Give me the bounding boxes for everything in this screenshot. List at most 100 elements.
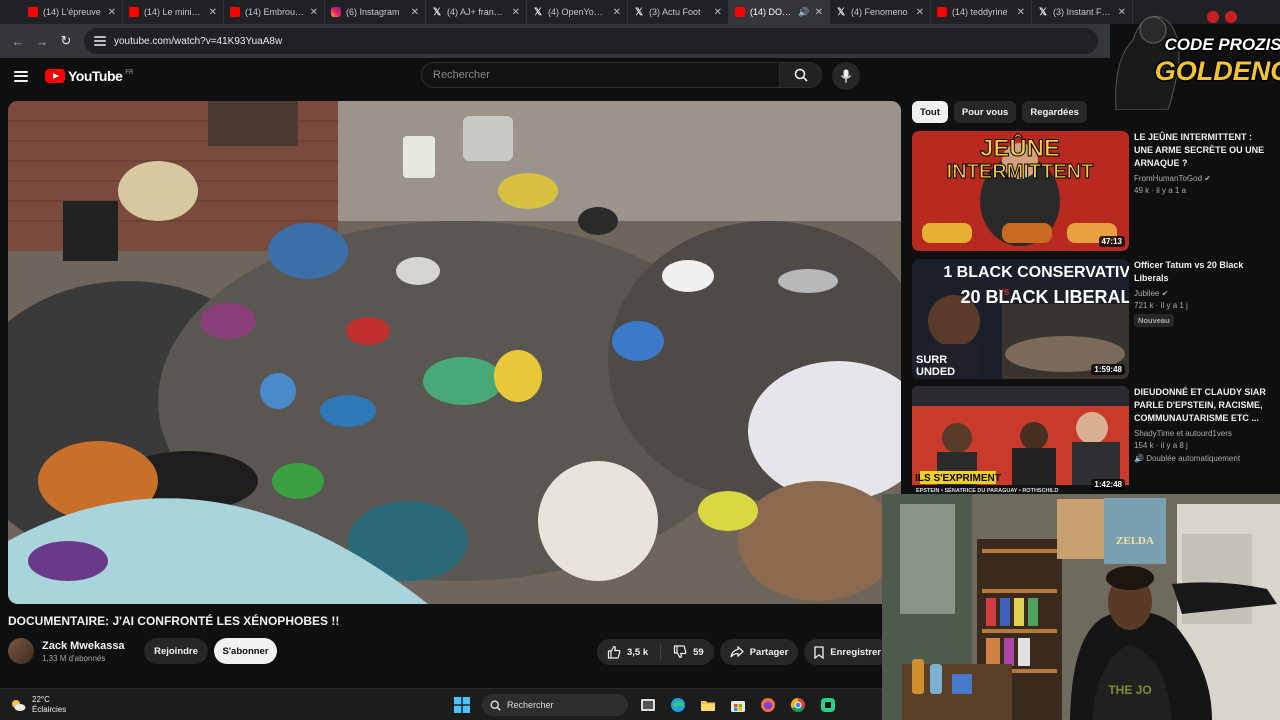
browser-tab[interactable]: (14) teddyrine ✕ [931, 0, 1032, 24]
chip-for-you[interactable]: Pour vous [953, 101, 1017, 123]
site-settings-icon[interactable] [94, 36, 106, 46]
video-player[interactable] [8, 101, 901, 604]
thumb-text: JEÛNE [980, 134, 1060, 162]
speaker-icon[interactable]: 🔊 [798, 7, 809, 18]
recommended-channel[interactable]: FromHumanToGod ✔ [1134, 174, 1268, 183]
channel-name[interactable]: Zack Mwekassa [42, 640, 138, 652]
share-button[interactable]: Partager [719, 639, 799, 665]
thumb-text: 20 BLACK LIBERALS [960, 287, 1129, 307]
tab-title: (6) Instagram [346, 7, 400, 17]
thumbs-down-icon[interactable] [673, 645, 687, 659]
join-button[interactable]: Rejoindre [144, 638, 208, 664]
taskbar-search[interactable]: Rechercher [482, 694, 628, 716]
tab-title: (14) Le minimum [144, 7, 204, 17]
reload-icon[interactable]: ↻ [54, 29, 78, 53]
thumbnail-image: JEÛNE INTERMITTENT [912, 131, 1129, 251]
browser-tab[interactable]: 𝕏 (4) OpenYourM ✕ [527, 0, 628, 24]
tab-title: (3) Instant Foot [1053, 7, 1113, 17]
edge-browser-icon[interactable] [668, 695, 688, 715]
recommended-title[interactable]: DIEUDONNÉ ET CLAUDY SIAR PARLE D'EPSTEIN… [1134, 386, 1268, 425]
divider [660, 644, 662, 660]
address-bar[interactable]: youtube.com/watch?v=41K93YuaA8w [84, 28, 1098, 54]
recommended-stats: 49 k · il y a 1 a [1134, 186, 1187, 195]
close-icon[interactable]: ✕ [209, 7, 217, 18]
menu-icon[interactable] [14, 70, 28, 82]
browser-tab[interactable]: (14) Embrouille ✕ [224, 0, 325, 24]
youtube-logo[interactable]: YouTube FR [45, 68, 133, 84]
video-thumbnail[interactable]: 1 BLACK CONSERVATIVE VS 20 BLACK LIBERAL… [912, 259, 1129, 379]
save-button[interactable]: Enregistrer [804, 639, 891, 665]
close-icon[interactable]: ✕ [512, 7, 520, 18]
youtube-icon [230, 7, 240, 17]
partly-cloudy-icon [10, 698, 26, 712]
search-icon [794, 68, 808, 82]
recommended-channel[interactable]: ShadyTime et autourd1vers [1134, 429, 1268, 438]
x-icon: 𝕏 [432, 6, 442, 18]
close-icon[interactable]: ✕ [714, 7, 722, 18]
youtube-icon [28, 7, 38, 17]
close-icon[interactable]: ✕ [1017, 7, 1025, 18]
close-icon[interactable]: ✕ [310, 7, 318, 18]
chrome-icon[interactable] [788, 695, 808, 715]
voice-search-button[interactable] [832, 62, 860, 90]
channel-name: Jubilee [1134, 289, 1160, 298]
close-icon[interactable]: ✕ [815, 7, 823, 18]
close-icon[interactable]: ✕ [411, 7, 419, 18]
recommended-video[interactable]: 1 BLACK CONSERVATIVE VS 20 BLACK LIBERAL… [912, 259, 1272, 379]
weather-widget[interactable]: 22°C Éclaircies [10, 695, 66, 715]
chip-all[interactable]: Tout [912, 101, 948, 123]
youtube-play-icon [45, 69, 65, 83]
browser-tab[interactable]: 𝕏 (3) Actu Foot ✕ [628, 0, 729, 24]
recommended-video[interactable]: JEÛNE INTERMITTENT 47:13 LE JEÛNE INTERM… [912, 131, 1272, 251]
svg-text:THE JO: THE JO [1108, 683, 1151, 697]
save-label: Enregistrer [830, 646, 881, 658]
browser-tab[interactable]: (6) Instagram ✕ [325, 0, 426, 24]
thumbnail-image: 1 BLACK CONSERVATIVE VS 20 BLACK LIBERAL… [912, 259, 1129, 379]
youtube-masthead: YouTube FR Rechercher [0, 58, 1110, 94]
close-icon[interactable]: ✕ [613, 7, 621, 18]
tab-title: (14) Embrouille [245, 7, 305, 17]
recommended-title[interactable]: Officer Tatum vs 20 Black Liberals [1134, 259, 1268, 285]
microphone-icon [840, 69, 852, 83]
browser-tab[interactable]: 𝕏 (4) Fenomeno ✕ [830, 0, 931, 24]
app-icon[interactable] [818, 695, 838, 715]
taskbar-search-label: Rechercher [507, 700, 554, 710]
forward-arrow-icon[interactable]: → [30, 29, 54, 53]
file-explorer-icon[interactable] [698, 695, 718, 715]
recommended-video[interactable]: ILS S'EXPRIMENT EPSTEIN • SÉNATRICE DU P… [912, 386, 1272, 494]
firefox-icon[interactable] [758, 695, 778, 715]
task-view-icon[interactable] [638, 695, 658, 715]
dislike-count[interactable]: 59 [693, 647, 704, 658]
browser-tab[interactable]: (14) Le minimum ✕ [123, 0, 224, 24]
close-icon[interactable]: ✕ [916, 7, 924, 18]
subscribe-button[interactable]: S'abonner [214, 638, 277, 664]
recommended-title[interactable]: LE JEÛNE INTERMITTENT : UNE ARME SECRÈTE… [1134, 131, 1268, 170]
browser-toolbar: ← → ↻ youtube.com/watch?v=41K93YuaA8w [0, 24, 1110, 58]
search-button[interactable] [780, 62, 822, 88]
thumbs-up-icon[interactable] [607, 645, 621, 659]
thumb-text: EPSTEIN • SÉNATRICE DU PARAGUAY • ROTHSC… [916, 486, 1058, 494]
youtube-icon [129, 7, 139, 17]
video-thumbnail[interactable]: ILS S'EXPRIMENT EPSTEIN • SÉNATRICE DU P… [912, 386, 1129, 494]
close-icon[interactable]: ✕ [108, 7, 116, 18]
browser-tab[interactable]: 𝕏 (4) AJ+ français ✕ [426, 0, 527, 24]
windows-start-icon[interactable] [452, 695, 472, 715]
browser-tab[interactable]: (14) L'épreuve ✕ [22, 0, 123, 24]
browser-tab-active[interactable]: (14) DOCU 🔊 ✕ [729, 0, 830, 24]
thumb-text: ILS S'EXPRIMENT [915, 473, 1001, 484]
search-input[interactable]: Rechercher [421, 62, 780, 88]
like-count[interactable]: 3,5 k [627, 647, 648, 658]
x-icon: 𝕏 [1038, 6, 1048, 18]
channel-avatar[interactable] [8, 638, 34, 664]
verified-icon: ✔ [1161, 289, 1169, 298]
thumb-text: UNDED [916, 366, 955, 378]
youtube-icon [735, 7, 745, 17]
microsoft-store-icon[interactable] [728, 695, 748, 715]
new-badge: Nouveau [1134, 314, 1174, 327]
chip-watched[interactable]: Regardées [1022, 101, 1087, 123]
channel-row: Zack Mwekassa 1,33 M d'abonnés Rejoindre… [8, 636, 277, 666]
recommended-info: Officer Tatum vs 20 Black Liberals Jubil… [1134, 259, 1268, 328]
back-arrow-icon[interactable]: ← [6, 29, 30, 53]
recommended-channel[interactable]: Jubilee ✔ [1134, 289, 1268, 298]
video-thumbnail[interactable]: JEÛNE INTERMITTENT 47:13 [912, 131, 1129, 251]
